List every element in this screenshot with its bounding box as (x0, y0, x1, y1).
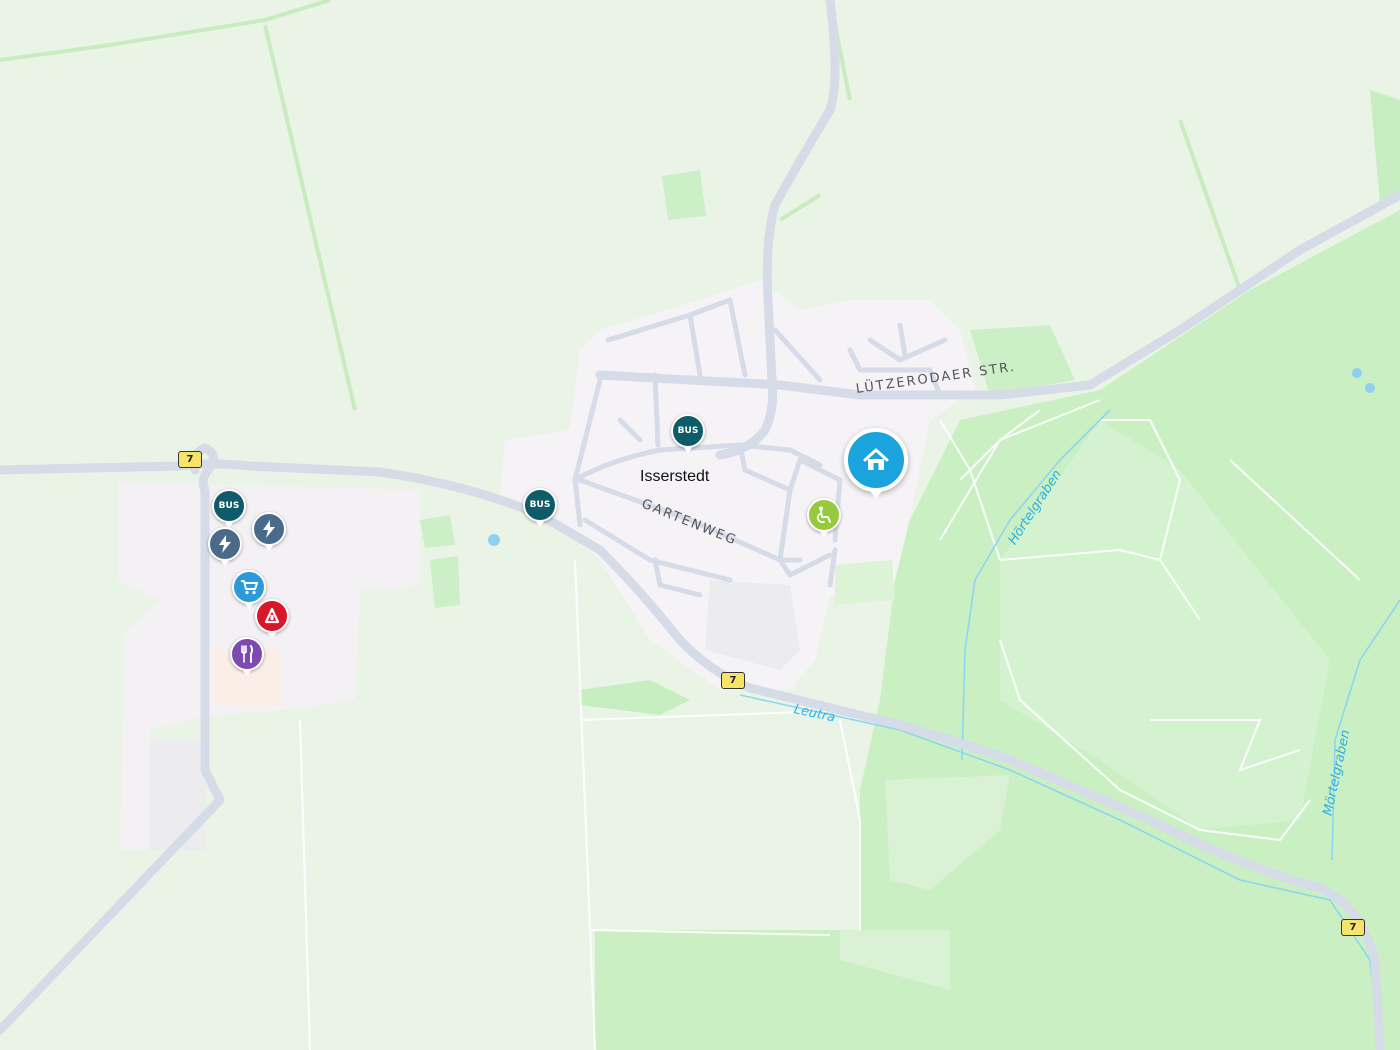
bus-icon: BUS (677, 426, 699, 436)
shopping-cart-icon (241, 580, 258, 595)
pharmacy-pin[interactable] (255, 599, 289, 638)
ev-charging-pin[interactable] (252, 512, 286, 551)
road-shield-b7: 7 (178, 451, 202, 468)
lightning-icon (219, 535, 231, 553)
pharmacy-icon (264, 607, 280, 624)
home-marker[interactable] (844, 428, 908, 499)
home-icon (863, 448, 889, 470)
bus-icon: BUS (218, 501, 240, 511)
restaurant-pin[interactable] (230, 637, 264, 676)
bus-stop-pin[interactable]: BUS (212, 489, 246, 528)
ev-charging-pin[interactable] (208, 527, 242, 566)
road-shield-b7: 7 (721, 672, 745, 689)
bus-stop-pin[interactable]: BUS (523, 488, 557, 527)
fork-knife-icon (241, 645, 253, 663)
bus-stop-pin[interactable]: BUS (671, 414, 705, 453)
wheelchair-icon (816, 506, 831, 524)
town-label: Isserstedt (640, 468, 710, 485)
lightning-icon (263, 520, 275, 538)
bus-icon: BUS (529, 500, 551, 510)
care-facility-pin[interactable] (807, 498, 841, 537)
supermarket-pin[interactable] (232, 570, 266, 609)
road-shield-b7: 7 (1341, 919, 1365, 936)
map-canvas[interactable]: Isserstedt LÜTZERODAER STR. GARTENWEG Le… (0, 0, 1400, 1050)
